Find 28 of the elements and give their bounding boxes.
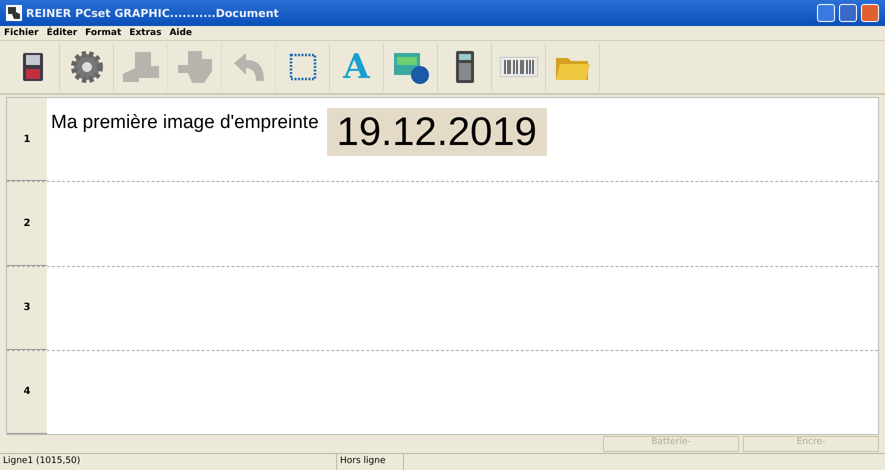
menu-item[interactable]: Éditer [46, 28, 78, 38]
menu-item[interactable]: Extras [129, 28, 162, 38]
menu-item[interactable]: Aide [169, 28, 192, 38]
text-tool-glyph: A [343, 50, 370, 84]
line-number: 1 [7, 98, 47, 182]
minimize-button[interactable] [817, 4, 835, 22]
barcode-icon [500, 57, 538, 77]
app-logo-icon [6, 5, 22, 21]
status-position: Ligne1 (1015,50) [0, 454, 337, 470]
gear-icon [68, 49, 104, 85]
status-indicator: Encre- [743, 436, 879, 452]
stamp-icon [176, 49, 214, 85]
calculator-icon [454, 50, 474, 84]
undo-arrow-icon [232, 51, 266, 83]
line-number: 3 [7, 266, 47, 350]
status-indicator: Batterie- [603, 436, 739, 452]
date-text: 19.12.2019 [326, 108, 547, 156]
maximize-button[interactable] [839, 4, 857, 22]
line-number: 2 [7, 182, 47, 266]
line-number: 4 [7, 350, 47, 434]
menu-item[interactable]: Fichier [4, 28, 39, 38]
line-text: Ma première image d'empreinte [51, 112, 319, 134]
stamp-icon [120, 50, 160, 84]
status-connection: Hors ligne [337, 454, 404, 470]
dotted-rectangle-icon [288, 53, 316, 81]
close-button[interactable] [861, 4, 879, 22]
window-title: REINER PCset GRAPHIC...........Document [26, 6, 280, 20]
menu-item[interactable]: Format [85, 28, 122, 38]
